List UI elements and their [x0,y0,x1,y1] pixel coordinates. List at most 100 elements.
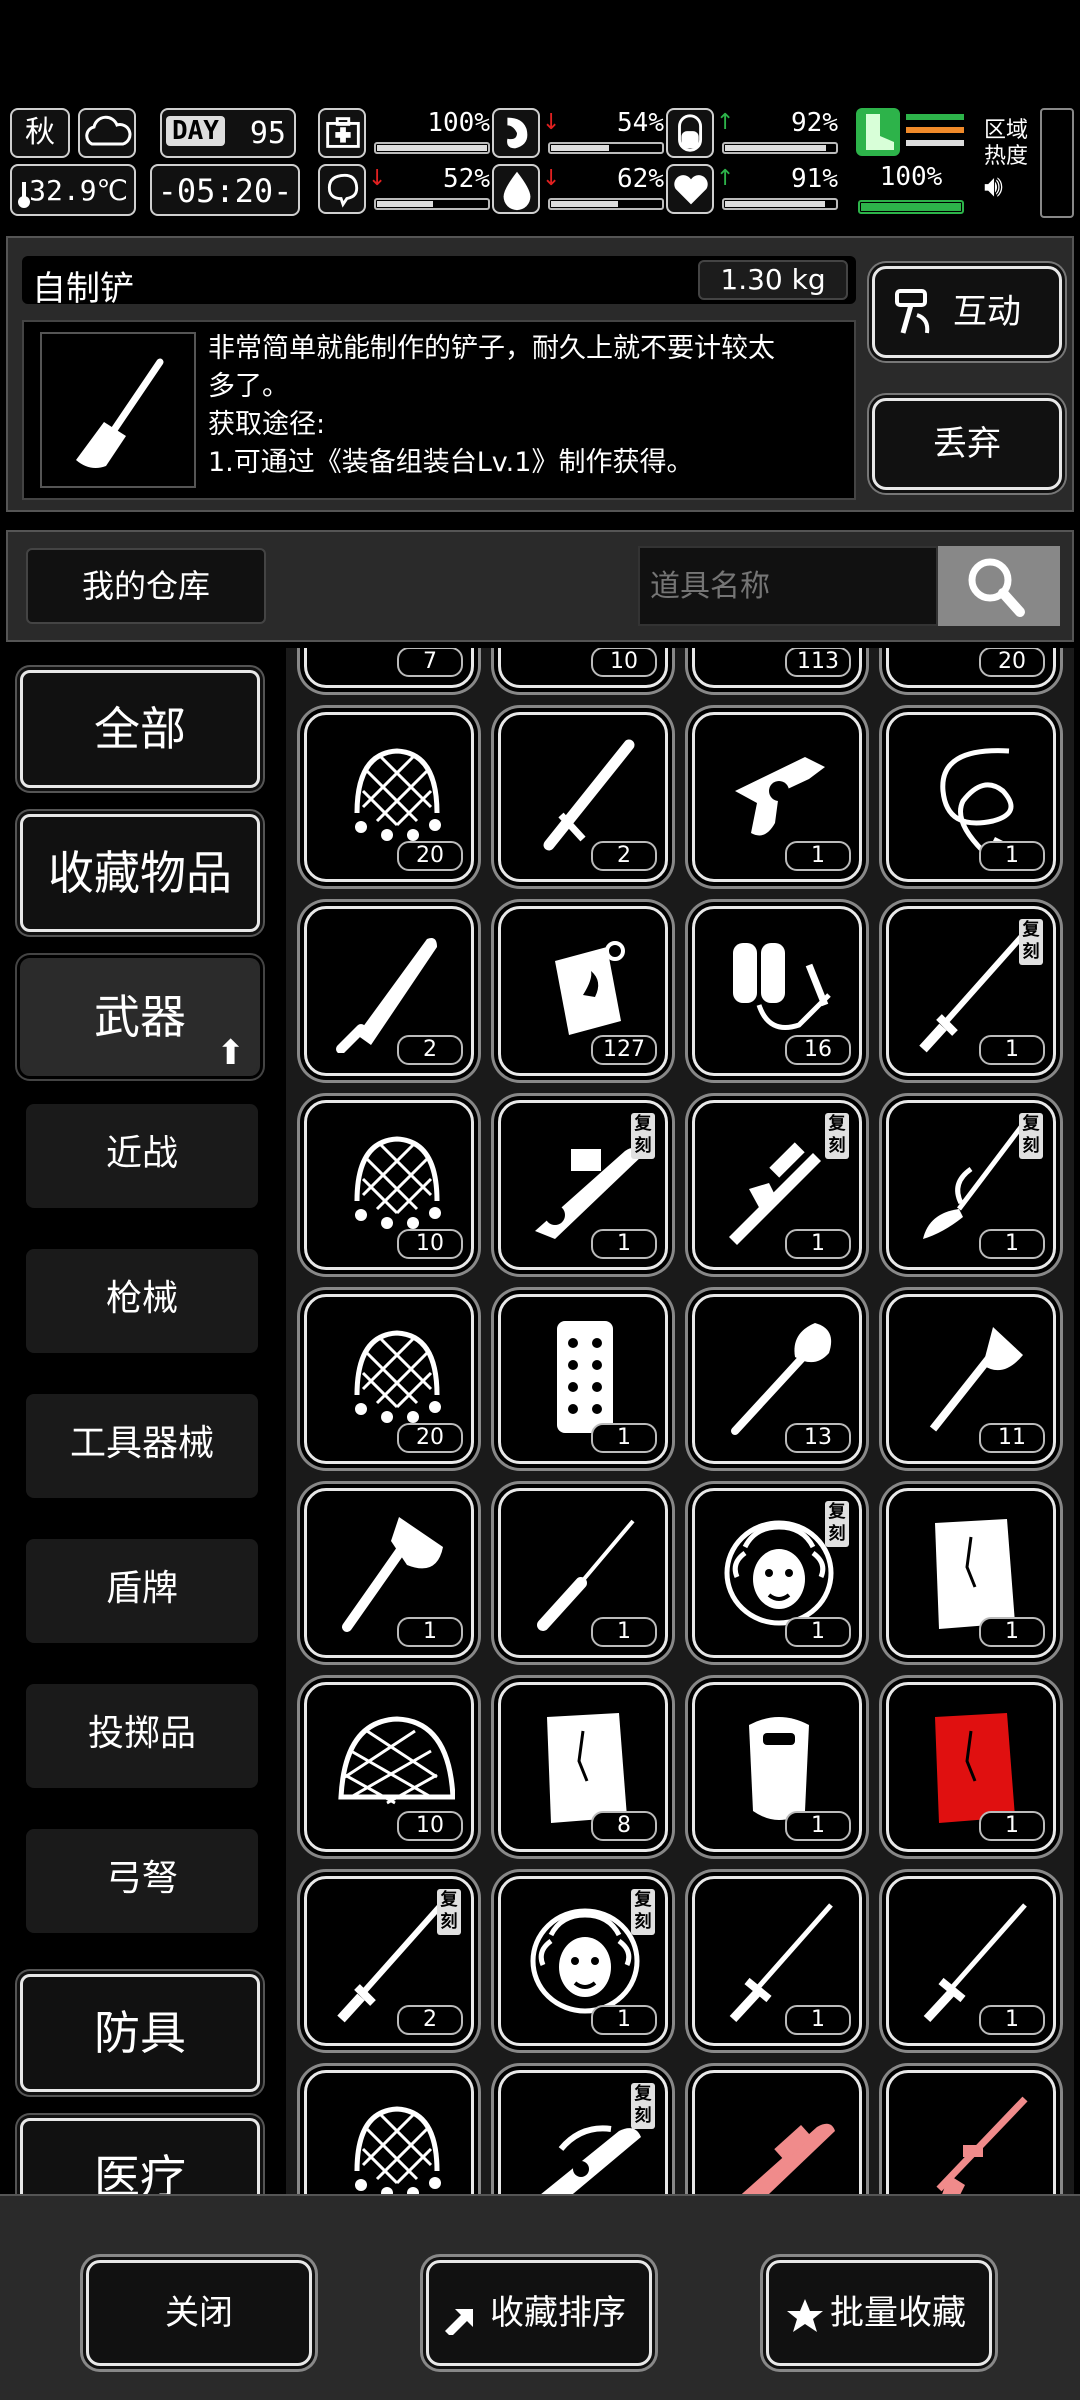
red-board-icon [935,1713,1015,1823]
pink-shotgun-icon [741,2123,835,2194]
axe-icon [342,1517,443,1632]
item-slot[interactable]: 16 [692,906,862,1076]
subcategory-bows[interactable]: 弓弩 [26,1829,258,1933]
drop-button[interactable]: 丢弃 [872,398,1062,490]
item-slot[interactable]: 复刻 2 [304,1876,474,2046]
category-medical[interactable]: 医疗 [20,2118,260,2194]
item-slot[interactable]: 复刻 1 [692,1100,862,1270]
subcategory-melee[interactable]: 近战 [26,1104,258,1208]
item-slot[interactable]: 10 [498,648,668,688]
item-slot[interactable]: 复刻 1 [692,1488,862,1658]
item-slot[interactable]: 复刻 1 [886,906,1056,1076]
region-heat: 区域 热度 🔊︎ [984,118,1040,202]
item-count: 16 [785,1035,851,1065]
weather-cloud-icon [78,108,136,158]
item-slot[interactable]: 1 [498,1488,668,1658]
trend-arrow-icon: ↓ [368,166,387,191]
bottom-action-bar: 关闭 收藏排序 批量收藏 [0,2194,1080,2400]
warehouse-bar: 我的仓库 [6,530,1074,642]
rocket-launcher-icon [535,1147,643,1239]
subcategory-tools[interactable]: 工具器械 [26,1394,258,1498]
item-count: 2 [591,841,657,871]
item-slot[interactable]: 20 [886,648,1056,688]
item-slot[interactable]: 2 [498,712,668,882]
vital-stat: ↓ 54% [492,108,668,160]
interact-button[interactable]: 互动 [872,266,1062,358]
item-slot[interactable]: 1 [692,1682,862,1852]
riot-shield-icon [749,1717,809,1820]
item-slot[interactable]: 13 [692,1294,862,1464]
revolver-icon [735,757,825,836]
stomach-icon [492,108,540,158]
item-detail-panel: 自制铲 1.30 kg 非常简单就能制作的铲子，耐久上就不要计较太 多了。 获取… [6,236,1074,512]
item-count: 1 [591,2005,657,2035]
item-count: 1 [979,2005,1045,2035]
subcategory-firearms[interactable]: 枪械 [26,1249,258,1353]
water-drop-icon [492,164,540,214]
medusa-shield-icon [724,1520,834,1626]
item-search-input[interactable] [638,546,938,626]
item-slot[interactable]: 113 [692,648,862,688]
search-button[interactable] [938,546,1060,626]
item-count: 1 [785,1617,851,1647]
vital-stat-fill [551,145,610,151]
item-slot[interactable] [886,2070,1056,2194]
item-description: 非常简单就能制作的铲子，耐久上就不要计较太 多了。 获取途径: 1.可通过《装备… [208,333,775,478]
speaker-icon[interactable]: 🔊︎ [984,172,1040,202]
item-count: 1 [785,1229,851,1259]
vital-stat-value: 52% [443,164,490,194]
item-slot[interactable]: 复刻 1 [498,1100,668,1270]
item-slot[interactable]: 1 [886,1488,1056,1658]
item-slot[interactable]: 复刻 [498,2070,668,2194]
item-slot[interactable]: 1 [886,712,1056,882]
item-slot[interactable]: 1 [498,1294,668,1464]
replica-badge: 复刻 [1019,919,1043,965]
favorite-sort-button[interactable]: 收藏排序 [426,2260,652,2366]
batch-favorite-button[interactable]: 批量收藏 [766,2260,992,2366]
item-slot[interactable]: 1 [886,1876,1056,2046]
item-slot[interactable]: 7 [304,648,474,688]
item-grid[interactable]: 7 10 113 20 20 2 1 1 2 127 16 复刻 1 10 复刻 1 复刻 1 复刻 1 20 1 13 11… [286,648,1074,2194]
subcategory-shields[interactable]: 盾牌 [26,1539,258,1643]
item-count: 2 [397,2005,463,2035]
trend-arrow-icon: ↓ [542,166,561,191]
item-slot[interactable]: 1 [304,1488,474,1658]
item-slot[interactable]: 127 [498,906,668,1076]
item-slot[interactable]: 1 [692,712,862,882]
subcategory-throwables[interactable]: 投掷品 [26,1684,258,1788]
item-slot[interactable]: 复刻 1 [886,1100,1056,1270]
vital-stat-value: 91% [791,164,838,194]
item-slot[interactable] [304,2070,474,2194]
item-slot[interactable]: 20 [304,712,474,882]
item-slot[interactable]: 1 [692,1876,862,2046]
vital-stat-fill [551,201,619,207]
fuel-canister-icon [555,941,625,1035]
vital-stat-value: 92% [791,108,838,138]
temperature-display: 32.9℃ [10,164,136,216]
replica-badge: 复刻 [437,1889,461,1935]
item-slot[interactable]: 2 [304,906,474,1076]
category-armor[interactable]: 防具 [20,1974,260,2092]
close-button[interactable]: 关闭 [86,2260,312,2366]
stamina-indicator: 100% [854,108,968,216]
my-warehouse-label[interactable]: 我的仓库 [26,548,266,624]
item-count: 127 [591,1035,657,1065]
item-count: 1 [979,1617,1045,1647]
sword-icon [729,1903,833,2023]
item-slot[interactable]: 10 [304,1100,474,1270]
item-count: 1 [979,841,1045,871]
vital-stat: 100% [318,108,494,160]
item-slot[interactable]: 20 [304,1294,474,1464]
category-all[interactable]: 全部 [20,670,260,788]
item-thumbnail [40,332,196,488]
item-slot[interactable]: 11 [886,1294,1056,1464]
category-sidebar: 全部 收藏物品 武器 ⬆ 近战 枪械 工具器械 盾牌 投掷品 弓弩 防具 医疗 [6,648,278,2194]
item-slot[interactable]: 8 [498,1682,668,1852]
sword-icon [923,1903,1027,2023]
item-slot[interactable] [692,2070,862,2194]
item-slot[interactable]: 10 [304,1682,474,1852]
category-favorites[interactable]: 收藏物品 [20,814,260,932]
category-weapons[interactable]: 武器 ⬆ [20,958,260,1076]
item-slot[interactable]: 1 [886,1682,1056,1852]
item-slot[interactable]: 复刻 1 [498,1876,668,2046]
